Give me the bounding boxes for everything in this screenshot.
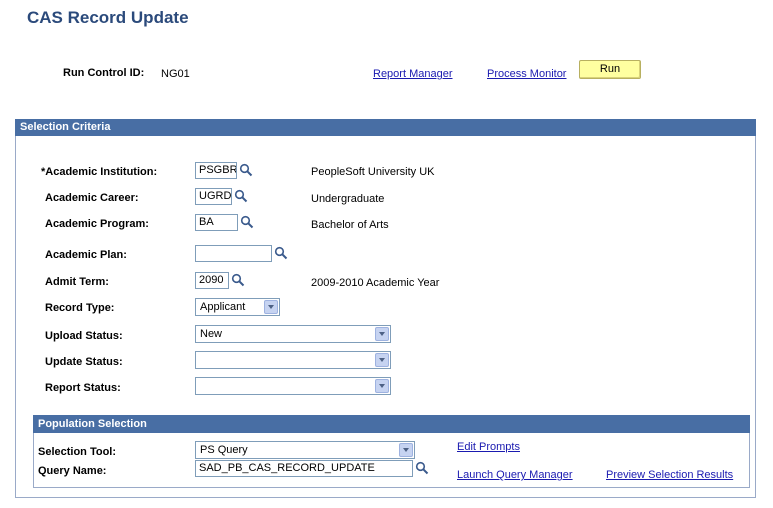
page-title: CAS Record Update [27, 8, 189, 27]
query-name-input[interactable]: SAD_PB_CAS_RECORD_UPDATE [195, 460, 413, 477]
query-name-label: Query Name: [38, 465, 107, 477]
program-label: Academic Program: [45, 218, 149, 230]
plan-input[interactable] [195, 245, 272, 262]
update-status-label: Update Status: [45, 356, 123, 368]
chevron-down-icon [375, 379, 389, 393]
chevron-down-icon [375, 353, 389, 367]
chevron-down-icon [399, 443, 413, 457]
career-input[interactable]: UGRD [195, 188, 232, 205]
record-type-value: Applicant [200, 301, 246, 313]
institution-label: *Academic Institution: [41, 166, 158, 178]
admit-term-description: 2009-2010 Academic Year [311, 277, 440, 289]
institution-input[interactable]: PSGBR [195, 162, 237, 179]
chevron-down-icon [375, 327, 389, 341]
update-status-select[interactable] [195, 351, 391, 369]
query-lookup-icon[interactable] [415, 461, 429, 475]
preview-selection-results-link[interactable]: Preview Selection Results [606, 469, 733, 481]
career-description: Undergraduate [311, 193, 385, 205]
career-label: Academic Career: [45, 192, 139, 204]
program-description: Bachelor of Arts [311, 219, 389, 231]
launch-query-manager-link[interactable]: Launch Query Manager [457, 469, 573, 481]
record-type-label: Record Type: [45, 302, 115, 314]
upload-status-value: New [200, 328, 223, 340]
program-input[interactable]: BA [195, 214, 238, 231]
admit-term-label: Admit Term: [45, 276, 109, 288]
plan-lookup-icon[interactable] [274, 246, 288, 260]
selection-tool-label: Selection Tool: [38, 446, 117, 458]
record-type-select[interactable]: Applicant [195, 298, 280, 316]
admit-term-lookup-icon[interactable] [231, 273, 245, 287]
institution-description: PeopleSoft University UK [311, 166, 435, 178]
population-selection-header: Population Selection [33, 415, 750, 433]
run-button[interactable]: Run [579, 60, 641, 79]
chevron-down-icon [264, 300, 278, 314]
run-control-label: Run Control ID: [63, 67, 145, 79]
upload-status-label: Upload Status: [45, 330, 123, 342]
report-status-select[interactable] [195, 377, 391, 395]
process-monitor-link[interactable]: Process Monitor [487, 68, 566, 80]
upload-status-select[interactable]: New [195, 325, 391, 343]
selection-tool-value: PS Query [200, 444, 248, 456]
selection-criteria-header: Selection Criteria [15, 119, 756, 136]
report-status-label: Report Status: [45, 382, 121, 394]
run-control-value: NG01 [161, 68, 190, 80]
career-lookup-icon[interactable] [234, 189, 248, 203]
report-manager-link[interactable]: Report Manager [373, 68, 453, 80]
program-lookup-icon[interactable] [240, 215, 254, 229]
institution-lookup-icon[interactable] [239, 163, 253, 177]
edit-prompts-link[interactable]: Edit Prompts [457, 441, 520, 453]
plan-label: Academic Plan: [45, 249, 127, 261]
admit-term-input[interactable]: 2090 [195, 272, 229, 289]
selection-tool-select[interactable]: PS Query [195, 441, 415, 459]
